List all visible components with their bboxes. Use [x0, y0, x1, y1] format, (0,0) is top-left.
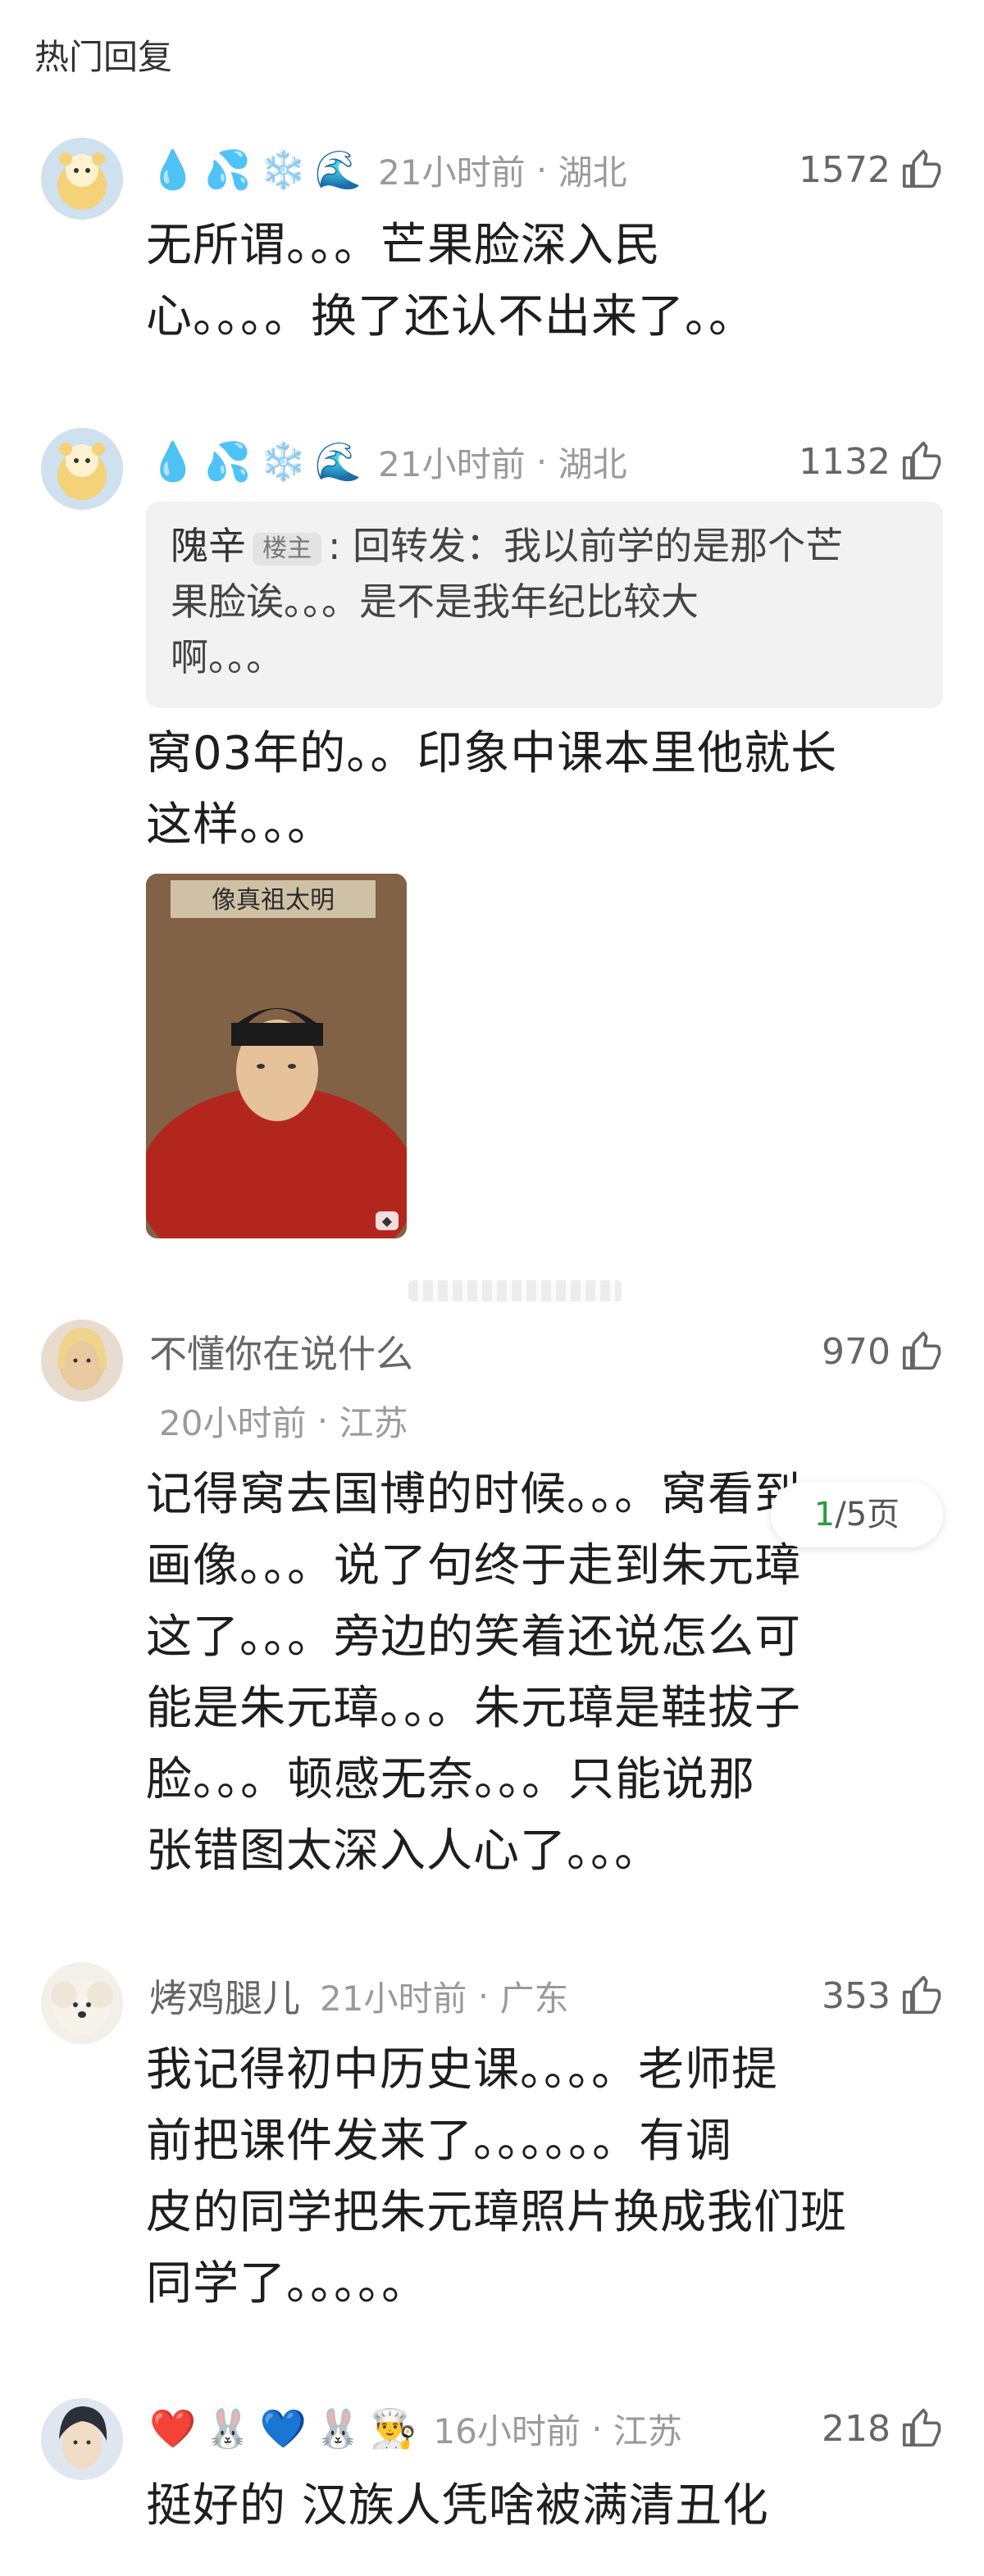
like-count: 218 — [822, 2407, 891, 2450]
thumbs-up-icon — [902, 2408, 941, 2447]
comment-location: 江苏 — [339, 1402, 408, 1443]
meta-separator: · — [580, 2408, 613, 2449]
thumbs-up-icon — [902, 1975, 941, 2015]
rabbit-icon: 🐰 — [204, 2406, 252, 2451]
red-heart-icon: ❤️ — [149, 2406, 197, 2451]
like-count: 970 — [822, 1330, 891, 1373]
user-emoji-badges: 💧 💦 ❄️ 🌊 — [149, 151, 362, 189]
comment-location: 湖北 — [558, 152, 627, 193]
comment-location: 湖北 — [558, 443, 627, 484]
avatar[interactable] — [41, 428, 123, 510]
comment-text: 我记得初中历史课。。。。老师提 前把课件发来了。。。。。。有调 皮的同学把朱元璋… — [146, 2043, 847, 2310]
comment-text: 无所谓。。。芒果脸深入民 心。。。。换了还认不出来了。。 — [146, 219, 755, 343]
avatar[interactable] — [41, 138, 123, 220]
meta-separator: · — [306, 1400, 339, 1441]
portrait-caption: 像真祖太明 — [212, 886, 335, 915]
comment-time: 20小时前 — [159, 1402, 307, 1443]
avatar[interactable] — [41, 1962, 123, 2044]
comment-text: 挺好的 汉族人凭啥被满清丑化 — [146, 2479, 769, 2533]
like-count: 1132 — [799, 440, 891, 483]
like-button[interactable]: 353 — [822, 1967, 943, 2024]
droplet-icon: 💧 — [149, 439, 197, 484]
comment-image[interactable]: 像真祖太明 ◆ — [146, 874, 407, 1238]
like-button[interactable]: 970 — [822, 1323, 943, 1380]
like-count: 1572 — [799, 148, 891, 191]
like-button[interactable]: 218 — [822, 2400, 943, 2457]
meta-separator: · — [467, 1975, 500, 2016]
snowflake-icon: ❄️ — [259, 148, 307, 192]
thumbs-up-icon — [902, 149, 941, 189]
comment-time: 16小时前 — [433, 2410, 581, 2451]
user-name[interactable]: 烤鸡腿儿 — [149, 1969, 300, 2023]
meta-separator: · — [525, 441, 558, 482]
thumbs-up-icon — [902, 1331, 941, 1370]
avatar[interactable] — [41, 2398, 123, 2480]
image-type-badge: ◆ — [375, 1211, 399, 1230]
blue-heart-icon: 💙 — [259, 2406, 307, 2451]
comment-time: 21小时前 — [320, 1978, 467, 2019]
quoted-reply[interactable]: 隗辛 楼主: 回转发：我以前学的是那个芒 果脸诶。。。是不是我年纪比较大 啊。。。 — [146, 502, 943, 708]
sweat-drops-icon: 💦 — [204, 148, 252, 192]
thumbs-up-icon — [902, 441, 941, 480]
user-name[interactable]: 不懂你在说什么 — [149, 1324, 413, 1379]
page-indicator[interactable]: 1/5页 — [771, 1482, 943, 1547]
meta-separator: · — [525, 149, 558, 190]
comment-time: 21小时前 — [378, 443, 526, 484]
comment-location: 江苏 — [613, 2410, 682, 2451]
rabbit-icon: 🐰 — [314, 2406, 362, 2451]
op-badge: 楼主 — [253, 532, 321, 566]
like-button[interactable]: 1132 — [799, 433, 943, 490]
wave-icon: 🌊 — [314, 439, 362, 484]
like-count: 353 — [822, 1974, 891, 2017]
user-emoji-badges: ❤️ 🐰 💙 🐰 👨‍🍳 — [149, 2410, 417, 2447]
chef-icon: 👨‍🍳 — [370, 2406, 417, 2451]
snowflake-icon: ❄️ — [259, 439, 307, 484]
like-button[interactable]: 1572 — [799, 141, 943, 198]
sweat-drops-icon: 💦 — [204, 439, 252, 484]
comment-text: 窝03年的。。印象中课本里他就长 这样。。。 — [146, 727, 838, 852]
comment-location: 广东 — [499, 1978, 569, 2019]
user-emoji-badges: 💧 💦 ❄️ 🌊 — [149, 443, 362, 480]
wave-icon: 🌊 — [314, 148, 362, 192]
section-title: 热门回复 — [34, 37, 173, 77]
avatar[interactable] — [41, 1320, 123, 1402]
droplet-icon: 💧 — [149, 148, 197, 192]
quoted-user-name[interactable]: 隗辛 — [171, 524, 246, 568]
reply-expander[interactable] — [408, 1280, 622, 1302]
comment-time: 21小时前 — [378, 152, 526, 193]
